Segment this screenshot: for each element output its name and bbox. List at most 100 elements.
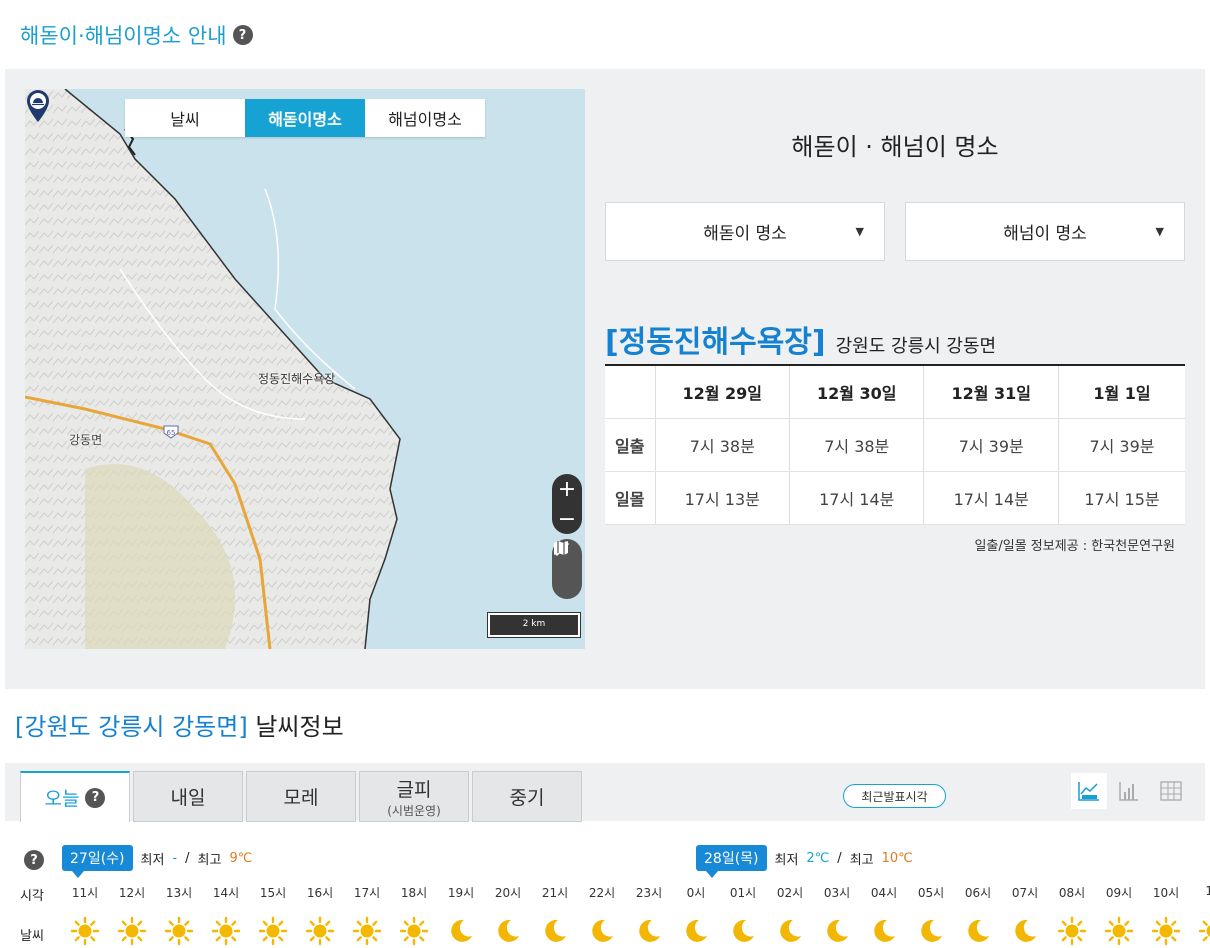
- town-label: 강동면: [69, 433, 103, 447]
- moon-icon: [485, 914, 531, 948]
- min-temp: -: [172, 850, 178, 866]
- hour-cell: 02시: [776, 886, 804, 900]
- sun-icon: [109, 914, 155, 948]
- moon-icon: [814, 914, 860, 948]
- hour-cell: 21시: [541, 886, 569, 900]
- moon-icon: [626, 914, 672, 948]
- weather-icon-row: [62, 914, 1210, 948]
- dropdown-arrow-icon: ▼: [1155, 225, 1164, 238]
- table-cell: 7시 39분: [923, 418, 1059, 472]
- hour-cell: 08시: [1058, 886, 1086, 900]
- bar-view-icon[interactable]: [1111, 773, 1147, 809]
- max-temp: 10℃: [881, 850, 913, 866]
- help-icon[interactable]: ?: [24, 850, 44, 870]
- sunset-place-select[interactable]: 해넘이 명소 ▼: [905, 202, 1185, 261]
- hour-cell: 07시: [1011, 886, 1039, 900]
- day-summary-tomorrow: 28일(목) 최저 2℃ / 최고 10℃: [696, 844, 913, 878]
- row-label: 일몰: [605, 471, 656, 525]
- tab-label: 내일: [170, 787, 206, 809]
- hour-cell: 14시: [212, 886, 240, 900]
- map-type-icon[interactable]: [552, 539, 570, 557]
- hour-row: 11시 12시 13시 14시 15시 16시 17시 18시 19시 20시 21시 22시 23시 0…: [62, 884, 1210, 904]
- table-header: 12월 29일: [654, 365, 790, 419]
- table-header: 12월 31일: [923, 365, 1059, 419]
- weather-row-label: 날씨: [20, 929, 44, 944]
- hour-cell: 0시: [686, 886, 706, 900]
- hour-cell: 04시: [870, 886, 898, 900]
- table-row: 일몰 17시 13분 17시 14분 17시 14분 17시 15분: [605, 471, 1185, 525]
- section-title: 해돋이·해넘이명소 안내 ?: [20, 20, 253, 50]
- sunrise-panel: 날씨 해돋이명소 해넘이명소 정동진해수욕장 강동면 65 + − 2 km 해…: [5, 69, 1205, 689]
- section-title-text: 해돋이·해넘이명소 안내: [20, 24, 227, 48]
- weather-title-rest: 날씨정보: [247, 713, 344, 741]
- sunrise-marker-icon[interactable]: [25, 89, 51, 123]
- hour-cell: 05시: [917, 886, 945, 900]
- moon-icon: [1002, 914, 1048, 948]
- hour-cell: 03시: [823, 886, 851, 900]
- dropdown-arrow-icon: ▼: [855, 225, 864, 238]
- hour-cell: 23시: [635, 886, 663, 900]
- sun-icon: [156, 914, 202, 948]
- road-shield-icon: 65: [163, 425, 179, 439]
- table-cell: 7시 39분: [1057, 418, 1185, 472]
- zoom-control: + −: [552, 474, 582, 534]
- tab-tomorrow[interactable]: 내일: [133, 771, 243, 822]
- moon-icon: [438, 914, 484, 948]
- hour-cell: 11시: [71, 886, 99, 900]
- moon-icon: [908, 914, 954, 948]
- place-address: 강원도 강릉시 강동면: [835, 336, 997, 357]
- sunrise-select-label: 해돋이 명소: [703, 224, 787, 244]
- sun-icon: [297, 914, 343, 948]
- sun-icon: [1096, 914, 1142, 948]
- table-cell: 7시 38분: [654, 418, 790, 472]
- tab-day-after[interactable]: 모레: [246, 771, 356, 822]
- map-view[interactable]: 날씨 해돋이명소 해넘이명소 정동진해수욕장 강동면 65 + − 2 km: [25, 89, 585, 649]
- max-label: 최고: [849, 852, 874, 868]
- sun-icon: [62, 914, 108, 948]
- max-temp: 9℃: [229, 850, 253, 866]
- sun-icon: [1190, 914, 1210, 948]
- day-badge: 27일(수): [62, 845, 133, 878]
- sunrise-place-select[interactable]: 해돋이 명소 ▼: [605, 202, 885, 261]
- sun-icon: [1049, 914, 1095, 948]
- tab-today[interactable]: 오늘 ?: [20, 771, 130, 822]
- zoom-in-button[interactable]: +: [558, 477, 576, 502]
- help-icon[interactable]: ?: [85, 787, 106, 808]
- hour-cell: 06시: [964, 886, 992, 900]
- hour-cell: 15시: [259, 886, 287, 900]
- tab-label: 중기: [509, 787, 545, 809]
- table-cell: 7시 38분: [788, 418, 924, 472]
- map-tab-sunrise[interactable]: 해돋이명소: [245, 99, 365, 137]
- weather-title: [강원도 강릉시 강동면] 날씨정보: [15, 707, 344, 742]
- table-cell: 17시 14분: [923, 471, 1059, 525]
- zoom-out-button[interactable]: −: [558, 507, 576, 532]
- hour-cell: 19시: [447, 886, 475, 900]
- latest-release-button[interactable]: 최근발표시각: [843, 784, 946, 808]
- temp-separator: /: [837, 850, 842, 866]
- place-heading: [정동진해수욕장] 강원도 강릉시 강동면: [605, 317, 996, 361]
- tab-label: 글피: [396, 778, 432, 801]
- graph-view-icon[interactable]: [1071, 773, 1107, 809]
- hour-cell: 17시: [353, 886, 381, 900]
- table-header: [605, 365, 656, 419]
- map-tab-sunset[interactable]: 해넘이명소: [365, 99, 485, 137]
- table-cell: 17시 15분: [1057, 471, 1185, 525]
- table-cell: 17시 13분: [654, 471, 790, 525]
- moon-icon: [720, 914, 766, 948]
- table-view-icon[interactable]: [1153, 773, 1189, 809]
- max-label: 최고: [197, 852, 222, 868]
- marker-label[interactable]: 정동진해수욕장: [258, 370, 335, 387]
- min-label: 최저: [774, 852, 799, 868]
- hour-cell: 20시: [494, 886, 522, 900]
- tab-3days[interactable]: 글피 (시범운영): [359, 771, 469, 822]
- row-label: 일출: [605, 418, 656, 472]
- min-temp: 2℃: [806, 850, 830, 866]
- sun-icon: [1143, 914, 1189, 948]
- map-tab-weather[interactable]: 날씨: [125, 99, 245, 137]
- weather-title-region: [강원도 강릉시 강동면]: [15, 713, 248, 741]
- tab-label: 오늘: [44, 788, 80, 810]
- tab-midterm[interactable]: 중기: [472, 771, 582, 822]
- moon-icon: [767, 914, 813, 948]
- hour-cell: 12시: [118, 886, 146, 900]
- help-icon[interactable]: ?: [232, 25, 253, 45]
